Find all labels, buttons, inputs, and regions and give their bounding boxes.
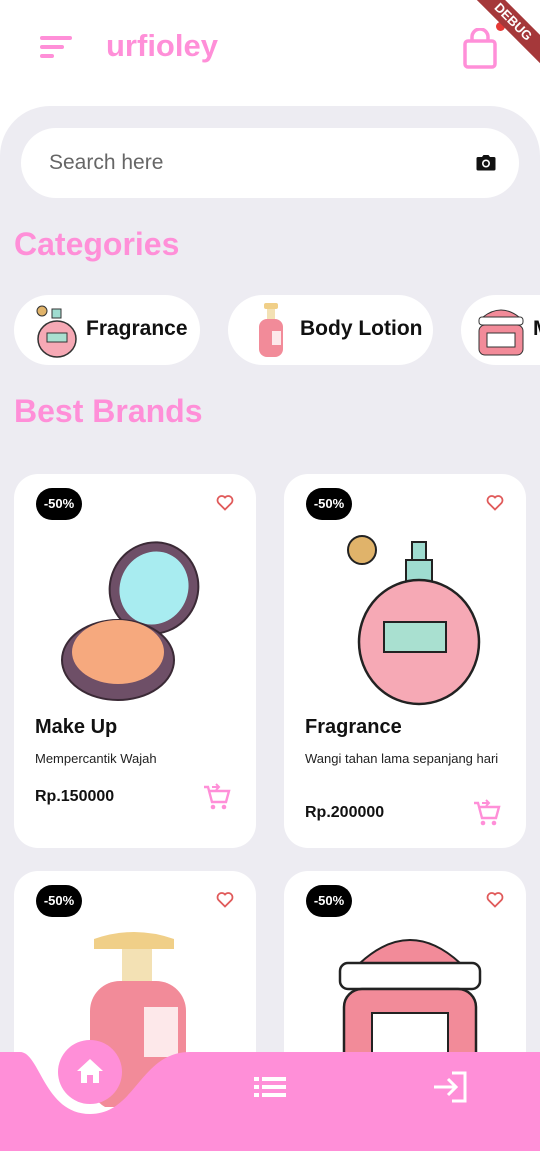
login-icon[interactable] — [432, 1071, 468, 1103]
perfume-bottle-image — [347, 535, 481, 706]
heart-icon[interactable] — [216, 891, 234, 908]
product-name: Make Up — [35, 716, 118, 738]
product-price: Rp.150000 — [35, 788, 115, 805]
list-icon[interactable] — [254, 1076, 286, 1098]
product-card[interactable]: -50% Make Up Mempercantik Wajah Rp.15000… — [14, 474, 256, 848]
perfume-bottle-icon — [36, 305, 77, 358]
heart-icon[interactable] — [216, 494, 234, 511]
discount-badge: -50% — [306, 885, 352, 917]
product-card[interactable]: -50% Fragrance Wangi tahan lama sepanjan… — [284, 474, 526, 848]
app-bar: urfioley DEBUG — [0, 0, 540, 106]
search-bar[interactable] — [21, 128, 519, 198]
category-label: Fragrance — [86, 317, 188, 340]
categories-heading: Categories — [14, 226, 180, 262]
search-input[interactable] — [49, 146, 449, 180]
product-description: Wangi tahan lama sepanjang hari — [305, 751, 499, 766]
heart-icon[interactable] — [486, 891, 504, 908]
add-to-cart-icon[interactable] — [472, 798, 502, 828]
lotion-bottle-icon — [259, 303, 283, 357]
main-content: Categories Fragrance Body Lotion — [0, 106, 540, 1151]
discount-badge: -50% — [306, 488, 352, 520]
categories-list: Fragrance Body Lotion M — [14, 295, 540, 365]
discount-badge: -50% — [36, 488, 82, 520]
nav-home-button[interactable] — [58, 1040, 122, 1104]
category-label: M — [533, 317, 540, 341]
best-brands-heading: Best Brands — [14, 393, 203, 429]
app-title: urfioley — [106, 28, 218, 63]
heart-icon[interactable] — [486, 494, 504, 511]
category-chip-cream[interactable]: M — [461, 295, 540, 365]
add-to-cart-icon[interactable] — [202, 782, 232, 812]
home-icon — [77, 1059, 103, 1083]
cream-jar-icon — [478, 309, 524, 356]
discount-badge: -50% — [36, 885, 82, 917]
product-price: Rp.200000 — [305, 804, 385, 821]
product-description: Mempercantik Wajah — [35, 751, 157, 766]
category-label: Body Lotion — [300, 317, 423, 340]
category-chip-fragrance[interactable]: Fragrance — [14, 295, 200, 365]
menu-icon[interactable] — [38, 34, 74, 60]
compact-powder-image — [61, 541, 200, 701]
product-name: Fragrance — [305, 716, 402, 738]
shopping-bag-icon[interactable] — [460, 28, 500, 70]
camera-icon[interactable] — [475, 152, 497, 174]
category-chip-body-lotion[interactable]: Body Lotion — [228, 295, 433, 365]
